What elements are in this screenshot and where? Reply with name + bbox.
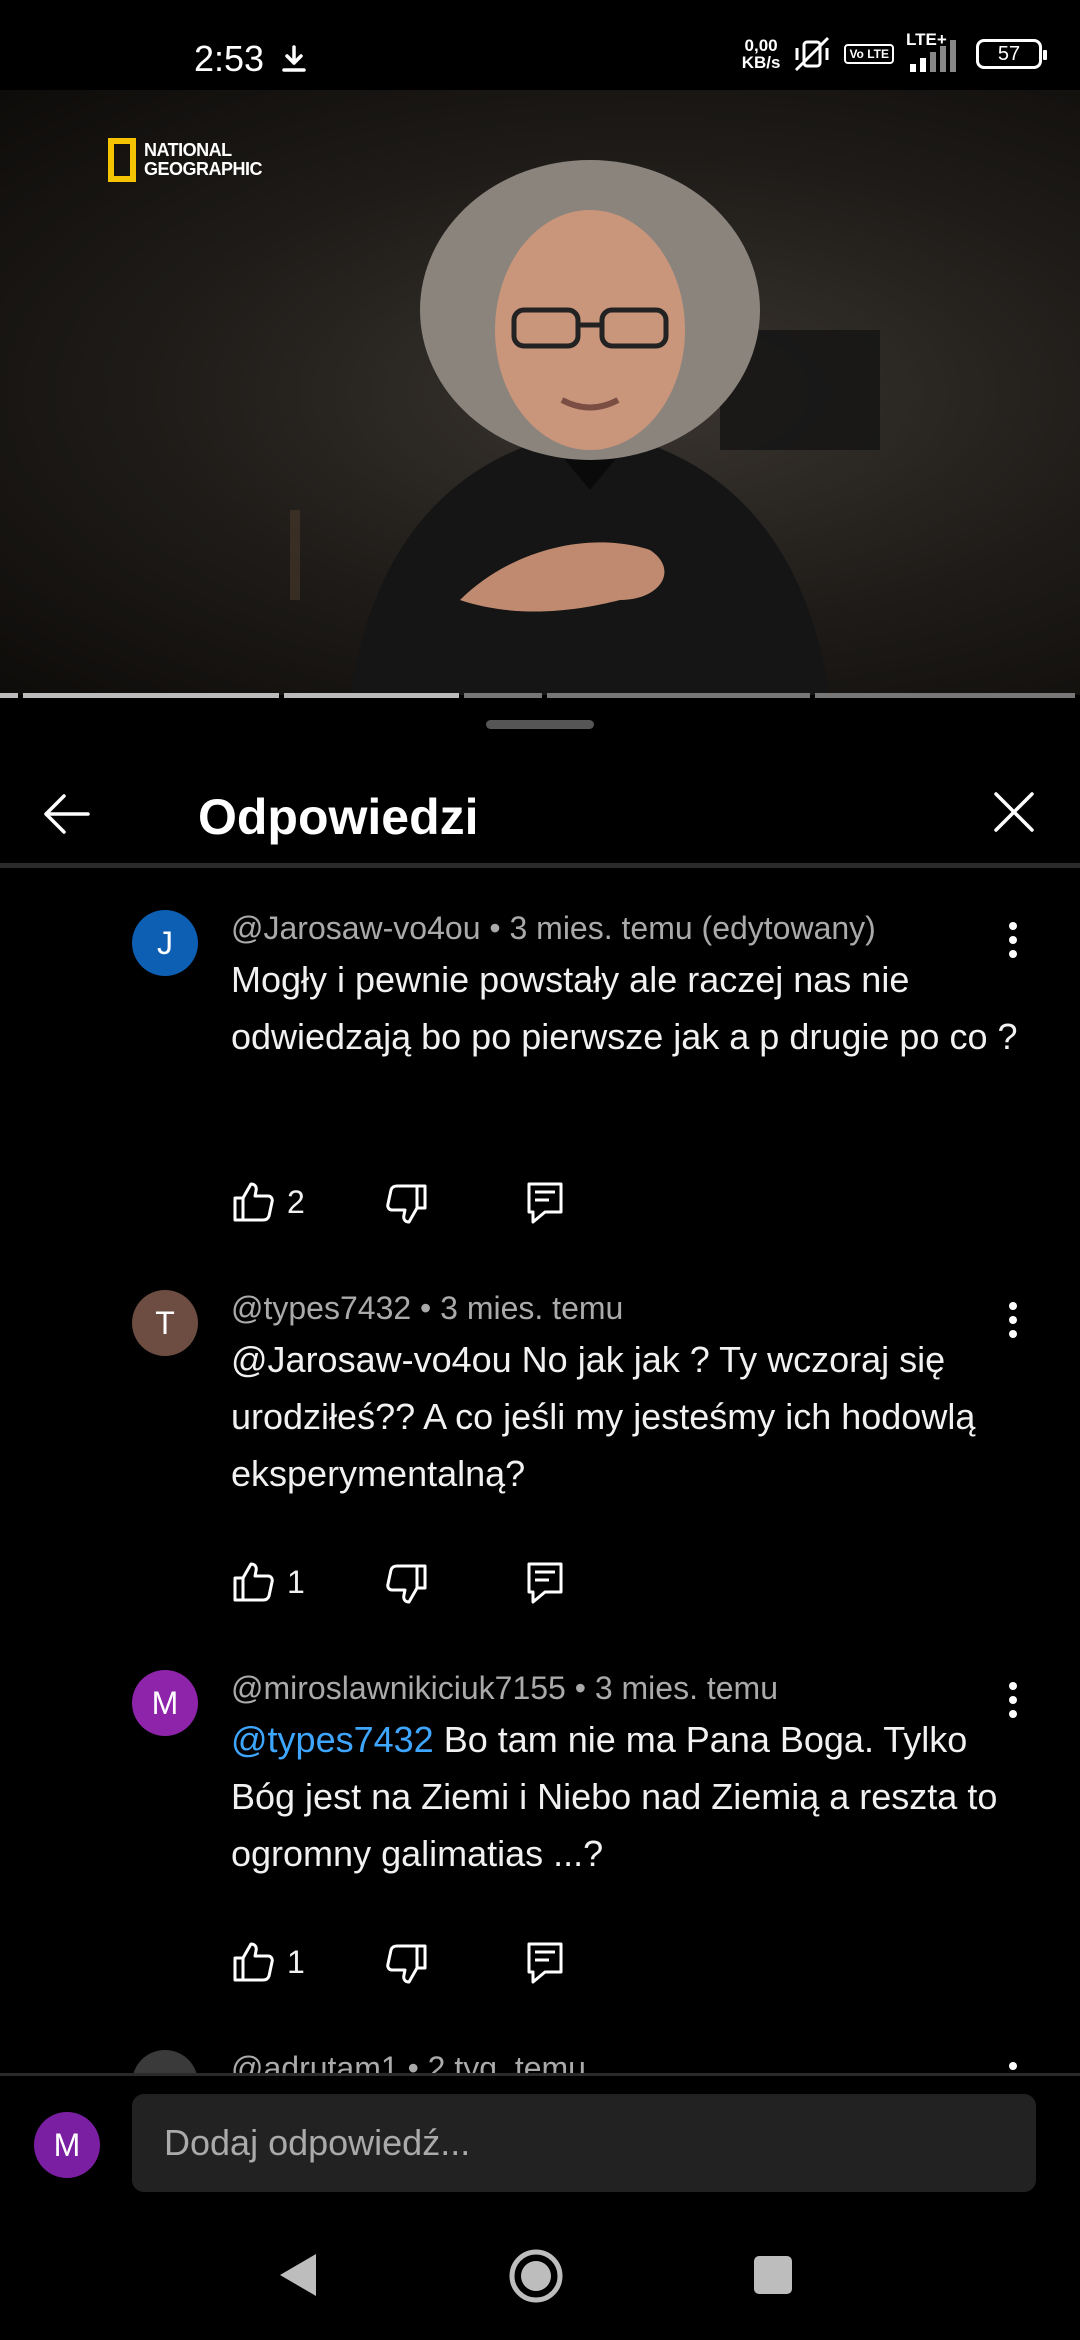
dislike-icon[interactable] [385,1942,429,1986]
dislike-icon[interactable] [385,1182,429,1226]
system-nav-bar [0,2200,1080,2340]
status-bar: 2:53 0,00 KB/s Vo LTE LTE+ 57 [0,0,1080,90]
status-time: 2:53 [194,38,265,79]
replies-list[interactable]: J @Jarosaw-vo4ou • 3 mies. temu (edytowa… [0,868,1080,2073]
reply-input[interactable] [132,2094,1036,2192]
comment-actions: 2 [231,1180,631,1230]
network-speed: 0,00 KB/s [741,36,781,72]
back-arrow-icon[interactable] [40,788,92,840]
like-icon[interactable] [231,1180,275,1224]
avatar[interactable]: T [132,1290,198,1356]
like-count: 1 [287,1564,305,1600]
comment-actions: 1 [231,1560,631,1610]
dislike-icon[interactable] [385,1562,429,1606]
muted-vibrate-icon [795,36,830,72]
video-frame-person [290,160,880,695]
download-icon [282,45,306,72]
avatar[interactable] [132,2050,198,2073]
page-title: Odpowiedzi [198,789,479,845]
sheet-header: Odpowiedzi [0,758,1080,868]
nav-recents-icon[interactable] [754,2256,792,2294]
nav-back-icon[interactable] [276,2250,320,2300]
comment-meta: @adrutam1 • 2 tyg. temu [231,2050,586,2073]
comment-meta: @types7432 • 3 mies. temu [231,1290,624,1326]
comment-text: @Jarosaw-vo4ou No jak jak ? Ty wczoraj s… [231,1339,976,1494]
ng-yellow-frame-icon [108,138,136,182]
like-count: 1 [287,1944,305,1980]
drag-handle[interactable] [486,720,594,729]
like-icon[interactable] [231,1560,275,1604]
status-icons: 0,00 KB/s Vo LTE LTE+ 57 [741,30,1047,74]
reply-composer: M [0,2073,1080,2203]
video-player[interactable]: NATIONAL GEOGRAPHIC [0,90,1080,695]
avatar[interactable]: J [132,910,198,976]
comment-meta: @Jarosaw-vo4ou • 3 mies. temu (edytowany… [231,910,876,946]
like-count: 2 [287,1184,305,1220]
national-geographic-logo: NATIONAL GEOGRAPHIC [108,138,263,182]
close-icon[interactable] [990,788,1038,836]
comment-meta: @miroslawnikiciuk7155 • 3 mies. temu [231,1670,778,1706]
user-avatar[interactable]: M [34,2112,100,2178]
reply-icon[interactable] [525,1940,565,1984]
comment-text: Mogły i pewnie powstały ale raczej nas n… [231,959,1018,1057]
replies-sheet: Odpowiedzi J @Jarosaw-vo4ou • 3 mies. te… [0,698,1080,2340]
battery-icon: 57 [976,39,1047,69]
comment-text: @types7432 Bo tam nie ma Pana Boga. Tylk… [231,1719,998,1874]
signal-icon: LTE+ [906,30,964,74]
comment-actions: 1 [231,1940,631,1990]
reply-icon[interactable] [525,1180,565,1224]
nav-home-icon[interactable] [508,2248,564,2304]
avatar[interactable]: M [132,1670,198,1736]
more-vert-icon[interactable] [1004,2058,1022,2073]
mention-link[interactable]: @types7432 [231,1719,434,1760]
like-icon[interactable] [231,1940,275,1984]
volte-icon: Vo LTE [844,44,894,64]
reply-icon[interactable] [525,1560,565,1604]
